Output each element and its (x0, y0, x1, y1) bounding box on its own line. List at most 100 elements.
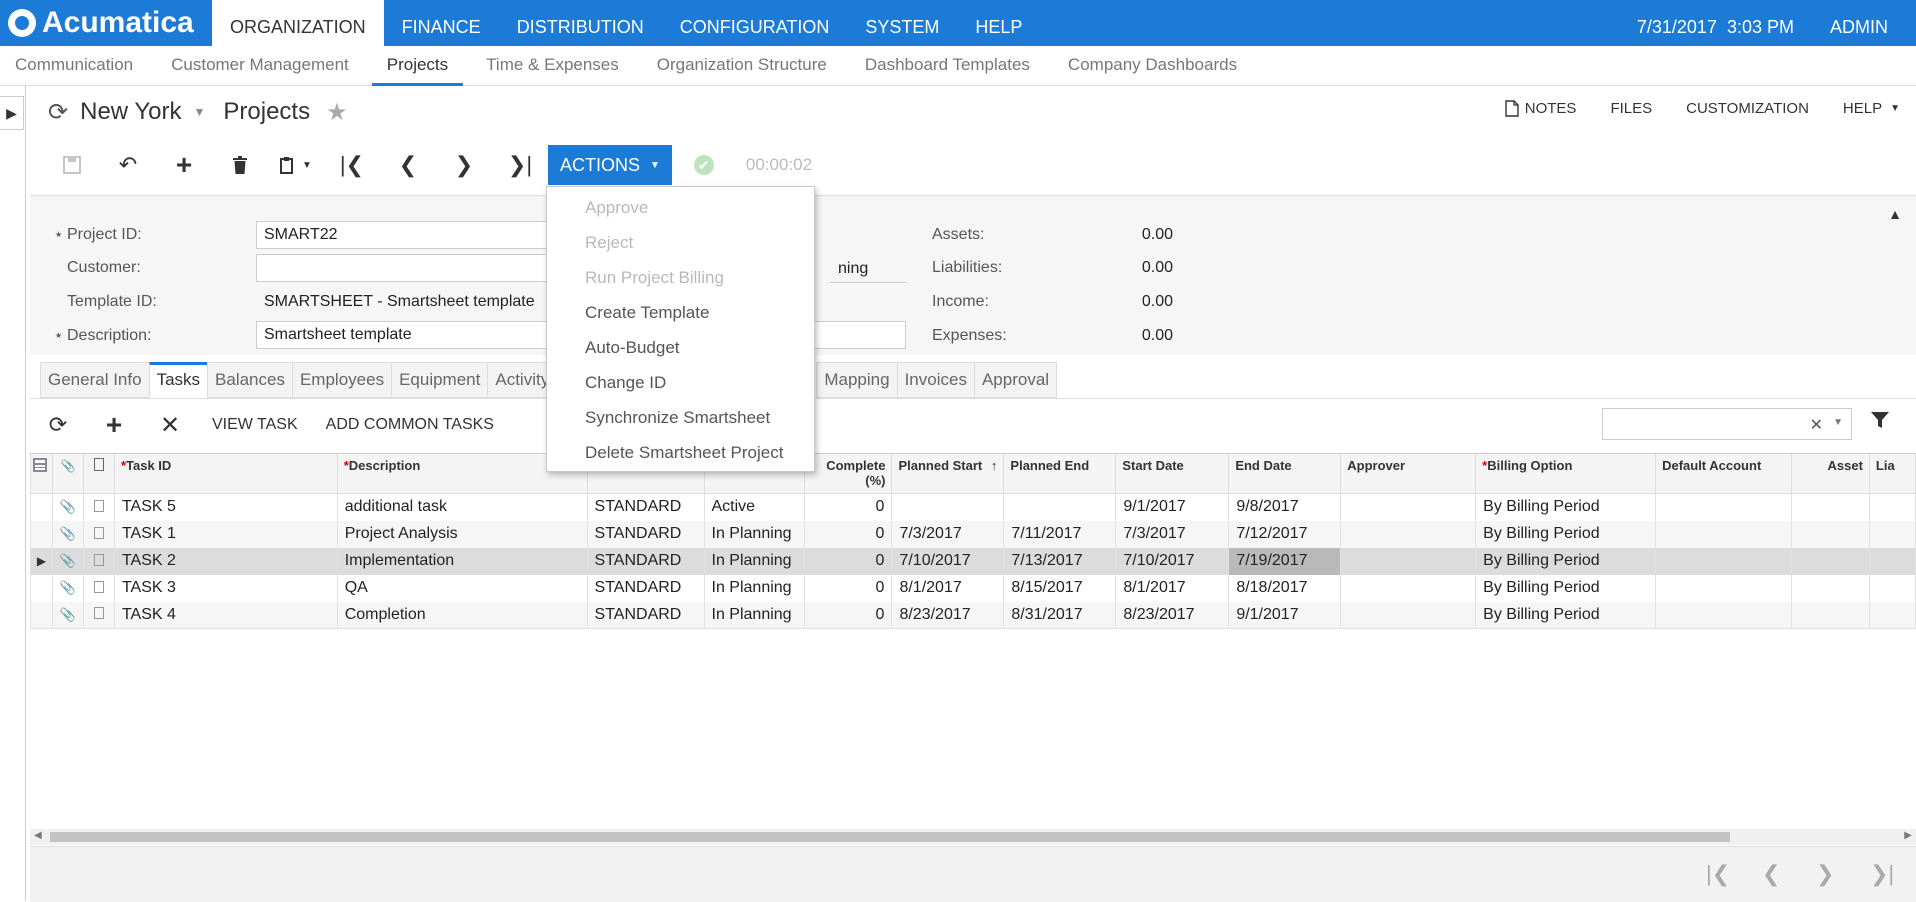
cell-rate-table[interactable]: STANDARD (586, 493, 705, 521)
col-task-id[interactable]: *Task ID (113, 453, 338, 494)
paperclip-icon[interactable]: 📎 (51, 601, 84, 629)
tab-approval[interactable]: Approval (973, 362, 1058, 398)
cell-billing-option[interactable]: By Billing Period (1475, 493, 1657, 521)
add-icon[interactable]: + (156, 146, 212, 184)
cell-planned-start[interactable]: 8/1/2017 (891, 574, 1005, 602)
scroll-left-icon[interactable]: ◀ (34, 830, 42, 841)
tab-employees[interactable]: Employees (291, 362, 392, 398)
cell-planned-end[interactable]: 7/13/2017 (1003, 547, 1117, 575)
cell-asset[interactable] (1790, 520, 1870, 548)
cell-planned-start[interactable]: 7/3/2017 (891, 520, 1005, 548)
last-page-icon[interactable]: ❯| (1870, 861, 1894, 887)
cell-start-date[interactable]: 9/1/2017 (1115, 493, 1230, 521)
cell-description[interactable]: additional task (336, 493, 588, 521)
menu-item-delete-smartsheet-project[interactable]: Delete Smartsheet Project (547, 440, 814, 475)
cell-default-account[interactable] (1655, 520, 1792, 548)
cell-default-account[interactable] (1655, 547, 1792, 575)
next-record-icon[interactable]: ❯ (436, 146, 492, 184)
paperclip-icon[interactable]: 📎 (51, 574, 84, 602)
cell-status[interactable]: In Planning (703, 520, 806, 548)
col-end-date[interactable]: End Date (1228, 453, 1342, 494)
tab-equipment[interactable]: Equipment (391, 362, 488, 398)
cell-liability[interactable] (1868, 574, 1916, 602)
project-id-field[interactable]: SMART22 (256, 221, 576, 249)
menu-item-approve[interactable]: Approve (547, 195, 814, 230)
menu-item-auto-budget[interactable]: Auto-Budget (547, 335, 814, 370)
cell-status[interactable]: Active (703, 493, 806, 521)
cell-description[interactable]: Completion (336, 601, 588, 629)
grid-refresh-icon[interactable]: ⟳ (30, 407, 86, 443)
cell-start-date[interactable]: 7/3/2017 (1115, 520, 1230, 548)
cell-liability[interactable] (1868, 493, 1916, 521)
help-link[interactable]: HELP ▼ (1843, 100, 1900, 117)
menu-item-run-project-billing[interactable]: Run Project Billing (547, 265, 814, 300)
col-planned-end[interactable]: Planned End (1003, 453, 1117, 494)
copy-paste-icon[interactable]: ▼ (268, 146, 324, 184)
status-field-partial[interactable]: ning (838, 260, 868, 278)
cell-start-date[interactable]: 8/1/2017 (1115, 574, 1230, 602)
files-link[interactable]: FILES (1610, 100, 1652, 117)
cell-asset[interactable] (1790, 547, 1870, 575)
grid-delete-row-icon[interactable]: ✕ (142, 407, 198, 443)
menu-item-change-id[interactable]: Change ID (547, 370, 814, 405)
col-planned-start[interactable]: Planned Start ↑ (891, 453, 1005, 494)
cell-description[interactable]: Project Analysis (336, 520, 588, 548)
sub-nav-dashboard-templates[interactable]: Dashboard Templates (850, 46, 1045, 86)
paperclip-icon[interactable]: 📎 (51, 547, 84, 575)
previous-record-icon[interactable]: ❮ (380, 146, 436, 184)
scrollbar-thumb[interactable] (50, 832, 1730, 842)
col-liability[interactable]: Lia (1868, 453, 1916, 494)
cell-default-account[interactable] (1655, 601, 1792, 629)
menu-item-synchronize-smartsheet[interactable]: Synchronize Smartsheet (547, 405, 814, 440)
cell-liability[interactable] (1868, 520, 1916, 548)
col-billing-option[interactable]: *Billing Option (1475, 453, 1657, 494)
col-default-account[interactable]: Default Account (1655, 453, 1792, 494)
table-row[interactable]: 📎 TASK 4 Completion STANDARD In Planning… (30, 601, 1916, 629)
collapse-panel-icon[interactable]: ▲ (1888, 206, 1902, 222)
col-complete[interactable]: Complete (%) (804, 453, 893, 494)
next-page-icon[interactable]: ❯ (1816, 861, 1834, 887)
cell-complete[interactable]: 0 (804, 493, 893, 521)
save-icon[interactable] (44, 146, 100, 184)
row-selector[interactable] (30, 520, 53, 548)
cell-approver[interactable] (1340, 493, 1477, 521)
last-record-icon[interactable]: ❯| (492, 146, 548, 184)
previous-page-icon[interactable]: ❮ (1762, 861, 1780, 887)
col-approver[interactable]: Approver (1340, 453, 1477, 494)
cell-start-date[interactable]: 8/23/2017 (1115, 601, 1230, 629)
cell-end-date[interactable]: 7/12/2017 (1228, 520, 1342, 548)
cell-billing-option[interactable]: By Billing Period (1475, 520, 1657, 548)
cell-asset[interactable] (1790, 574, 1870, 602)
row-selector[interactable] (30, 601, 53, 629)
business-date[interactable]: 7/31/2017 3:03 PM (1637, 0, 1794, 46)
sub-nav-customer-management[interactable]: Customer Management (156, 46, 364, 86)
cell-description[interactable]: QA (336, 574, 588, 602)
main-nav-system[interactable]: SYSTEM (847, 0, 957, 46)
clear-search-icon[interactable]: ✕ (1810, 415, 1823, 435)
cell-task-id[interactable]: TASK 3 (113, 574, 338, 602)
cell-complete[interactable]: 0 (804, 520, 893, 548)
cell-rate-table[interactable]: STANDARD (586, 574, 705, 602)
cell-start-date[interactable]: 7/10/2017 (1115, 547, 1230, 575)
cell-complete[interactable]: 0 (804, 601, 893, 629)
delete-icon[interactable] (212, 146, 268, 184)
site-selector[interactable]: New York (80, 98, 181, 126)
paperclip-icon[interactable]: 📎 (51, 493, 84, 521)
cell-task-id[interactable]: TASK 1 (113, 520, 338, 548)
tab-general-info[interactable]: General Info (40, 362, 149, 398)
tab-tasks[interactable]: Tasks (148, 362, 208, 398)
first-page-icon[interactable]: |❮ (1706, 861, 1730, 887)
sub-nav-company-dashboards[interactable]: Company Dashboards (1053, 46, 1252, 86)
favorite-star-icon[interactable]: ★ (326, 98, 348, 127)
cell-planned-start[interactable]: 7/10/2017 (891, 547, 1005, 575)
cell-task-id[interactable]: TASK 2 (113, 547, 338, 575)
note-icon[interactable] (82, 601, 115, 629)
customization-link[interactable]: CUSTOMIZATION (1686, 100, 1809, 117)
tab-mapping[interactable]: Mapping (816, 362, 897, 398)
cell-rate-table[interactable]: STANDARD (586, 601, 705, 629)
table-row[interactable]: 📎 TASK 3 QA STANDARD In Planning 0 8/1/2… (30, 574, 1916, 602)
cell-approver[interactable] (1340, 547, 1477, 575)
cell-asset[interactable] (1790, 601, 1870, 629)
cell-planned-end[interactable] (1003, 493, 1117, 521)
filter-icon[interactable] (1870, 411, 1890, 435)
